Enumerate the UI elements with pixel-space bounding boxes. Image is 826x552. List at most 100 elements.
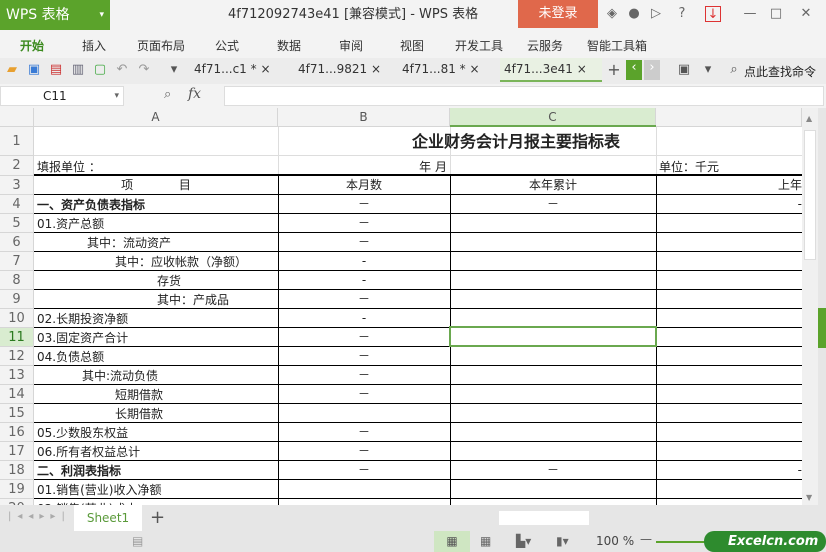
tab-smart-tools[interactable]: 智能工具箱 bbox=[587, 37, 647, 54]
header-item[interactable]: 项 目 bbox=[34, 176, 278, 195]
row-header[interactable]: 17 bbox=[0, 442, 34, 461]
row-header[interactable]: 6 bbox=[0, 233, 34, 252]
cell-year-to-date[interactable]: － bbox=[450, 195, 656, 214]
row-header[interactable]: 1 bbox=[0, 127, 34, 156]
login-button[interactable]: 未登录 bbox=[518, 0, 598, 28]
cell-this-month[interactable]: － bbox=[278, 214, 450, 233]
sheet-nav-icon[interactable]: |◂◂▸▸| bbox=[8, 511, 71, 522]
formula-input[interactable] bbox=[224, 86, 824, 106]
fx-icon[interactable]: fx bbox=[188, 86, 201, 102]
tab-data[interactable]: 数据 bbox=[277, 37, 301, 54]
doc-tab[interactable]: 4f71...9821 × bbox=[294, 58, 394, 82]
row-header[interactable]: 5 bbox=[0, 214, 34, 233]
undo-icon[interactable]: ↶ bbox=[114, 62, 130, 78]
tab-cloud[interactable]: 云服务 bbox=[527, 37, 563, 54]
cell-item-label[interactable]: 其中:流动负债 bbox=[34, 366, 278, 385]
row-header[interactable]: 10 bbox=[0, 309, 34, 328]
doc-tab-active[interactable]: 4f71...3e41 × bbox=[500, 58, 602, 82]
cell-a2[interactable]: 填报单位 ： bbox=[34, 156, 278, 176]
add-sheet-icon[interactable]: + bbox=[150, 507, 165, 528]
doc-tab[interactable]: 4f71...c1 * × bbox=[190, 58, 290, 82]
cell-item-label[interactable]: 01.销售(营业)收入净额 bbox=[34, 480, 278, 499]
tab-home[interactable]: 开始 bbox=[20, 37, 44, 54]
skin-icon[interactable]: ◈ bbox=[604, 6, 620, 22]
zoom-level[interactable]: 100 % bbox=[596, 534, 634, 548]
cell-last-year[interactable]: - bbox=[656, 195, 802, 214]
zoom-out-icon[interactable]: — bbox=[640, 532, 652, 546]
close-icon[interactable]: × bbox=[371, 62, 381, 76]
cell-this-month[interactable]: － bbox=[278, 328, 450, 347]
row-header[interactable]: 4 bbox=[0, 195, 34, 214]
print-preview-icon[interactable]: ▢ bbox=[92, 62, 108, 78]
cell-item-label[interactable]: 04.负债总额 bbox=[34, 347, 278, 366]
export-pdf-icon[interactable]: ▤ bbox=[48, 62, 64, 78]
row-header[interactable]: 11 bbox=[0, 328, 34, 347]
row-header[interactable]: 7 bbox=[0, 252, 34, 271]
zoom-function-icon[interactable]: ⌕ bbox=[164, 87, 171, 102]
new-tab-icon[interactable]: + bbox=[606, 62, 622, 78]
cell-this-month[interactable]: - bbox=[278, 309, 450, 328]
vertical-scrollbar[interactable]: ▲ ▼ bbox=[802, 108, 818, 505]
scroll-up-icon[interactable]: ▲ bbox=[806, 114, 812, 123]
cell-this-month[interactable]: - bbox=[278, 252, 450, 271]
cell-this-month[interactable]: － bbox=[278, 423, 450, 442]
scroll-thumb[interactable] bbox=[804, 130, 816, 260]
row-header[interactable]: 2 bbox=[0, 156, 34, 176]
row-header[interactable]: 19 bbox=[0, 480, 34, 499]
tab-formulas[interactable]: 公式 bbox=[215, 37, 239, 54]
cell-item-label[interactable]: 二、利润表指标 bbox=[34, 461, 278, 480]
wps-menu-button[interactable]: WPS 表格 ▾ bbox=[0, 0, 110, 30]
side-panel-toggle[interactable] bbox=[818, 308, 826, 348]
command-search[interactable]: 点此查找命令 bbox=[744, 63, 816, 80]
format-icon[interactable]: ▾ bbox=[700, 62, 716, 78]
close-icon[interactable]: × bbox=[469, 62, 479, 76]
column-header[interactable] bbox=[656, 108, 802, 127]
tab-review[interactable]: 审阅 bbox=[339, 37, 363, 54]
header-year-to-date[interactable]: 本年累计 bbox=[450, 176, 656, 195]
help-icon[interactable]: ? bbox=[674, 6, 690, 22]
cell-this-month[interactable]: － bbox=[278, 442, 450, 461]
cell-item-label[interactable]: 01.资产总额 bbox=[34, 214, 278, 233]
row-header[interactable]: 8 bbox=[0, 271, 34, 290]
row-header[interactable]: 9 bbox=[0, 290, 34, 309]
more-dropdown-icon[interactable]: ▾ bbox=[166, 62, 182, 78]
sheet-info-icon[interactable]: ▤ bbox=[132, 534, 143, 548]
sheet-tab-sheet1[interactable]: Sheet1 bbox=[74, 505, 142, 531]
cell-item-label[interactable]: 03.固定资产合计 bbox=[34, 328, 278, 347]
redo-icon[interactable]: ↷ bbox=[136, 62, 152, 78]
cell-item-label[interactable]: 长期借款 bbox=[34, 404, 278, 423]
cell-item-label[interactable]: 短期借款 bbox=[34, 385, 278, 404]
column-header[interactable]: A bbox=[34, 108, 278, 127]
cell-item-label[interactable]: 其中：产成品 bbox=[34, 290, 278, 309]
close-icon[interactable]: × bbox=[260, 62, 270, 76]
maximize-icon[interactable]: □ bbox=[768, 6, 784, 22]
freeze-icon[interactable]: ▙▾ bbox=[516, 534, 531, 548]
header-this-month[interactable]: 本月数 bbox=[278, 176, 450, 195]
cell-d2[interactable]: 单位：千元 bbox=[656, 156, 802, 176]
cell-this-month[interactable]: － bbox=[278, 461, 450, 480]
cell-item-label[interactable]: 其中：流动资产 bbox=[34, 233, 278, 252]
close-icon[interactable]: × bbox=[577, 62, 587, 76]
cell-this-month[interactable]: － bbox=[278, 233, 450, 252]
minimize-icon[interactable]: — bbox=[742, 6, 758, 22]
cell-this-month[interactable]: - bbox=[278, 271, 450, 290]
settings-icon[interactable]: ● bbox=[626, 6, 642, 22]
row-header[interactable]: 14 bbox=[0, 385, 34, 404]
cell-item-label[interactable]: 其中：应收帐款（净额） bbox=[34, 252, 278, 271]
cell-last-year[interactable]: - bbox=[656, 461, 802, 480]
cell-item-label[interactable]: 一、资产负债表指标 bbox=[34, 195, 278, 214]
tab-developer[interactable]: 开发工具 bbox=[455, 37, 503, 54]
cell-item-label[interactable]: 05.少数股东权益 bbox=[34, 423, 278, 442]
tab-page-layout[interactable]: 页面布局 bbox=[137, 37, 185, 54]
horizontal-scrollbar[interactable] bbox=[475, 511, 793, 525]
normal-view-icon[interactable]: ▦ bbox=[434, 531, 470, 552]
cell-b2[interactable]: 年 月 bbox=[278, 156, 450, 176]
scroll-down-icon[interactable]: ▼ bbox=[806, 493, 812, 502]
share-icon[interactable]: ▷ bbox=[648, 6, 664, 22]
cell-item-label[interactable]: 02.长期投资净额 bbox=[34, 309, 278, 328]
tab-prev-icon[interactable]: ‹ bbox=[626, 60, 642, 80]
header-last-year[interactable]: 上年 bbox=[656, 176, 802, 195]
row-header[interactable]: 13 bbox=[0, 366, 34, 385]
screen-icon[interactable]: ▣ bbox=[676, 62, 692, 78]
tab-next-icon[interactable]: › bbox=[644, 60, 660, 80]
